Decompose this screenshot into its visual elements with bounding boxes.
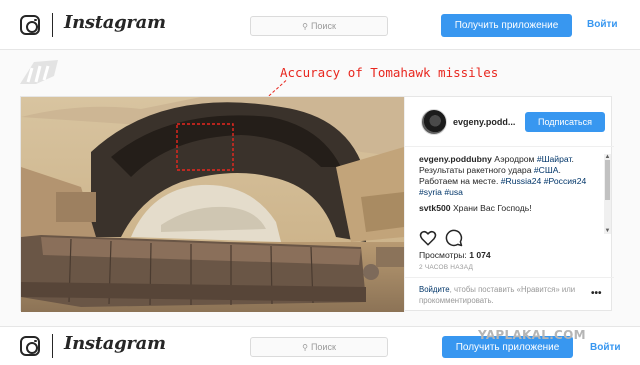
views-count: Просмотры: 1 074: [419, 250, 491, 260]
comment-author[interactable]: evgeny.poddubny: [419, 154, 492, 164]
get-app-button[interactable]: Получить приложение: [441, 14, 572, 37]
hashtag-link[interactable]: #syria: [419, 187, 442, 197]
page: Instagram ⚲ Поиск Получить приложение Во…: [0, 0, 640, 365]
login-prompt: Войдите, чтобы поставить «Нравится» или …: [405, 277, 614, 312]
post-photo[interactable]: [21, 97, 404, 312]
overlay-caption: Accuracy of Tomahawk missiles: [280, 65, 499, 80]
instagram-camera-icon[interactable]: [20, 15, 40, 35]
hashtag-link[interactable]: #Россия24: [544, 176, 587, 186]
post-actions: [419, 229, 609, 249]
hashtag-link[interactable]: #США: [534, 165, 559, 175]
comment-bubble-icon[interactable]: [445, 229, 463, 247]
search-input[interactable]: ⚲ Поиск: [250, 337, 388, 357]
post-header: evgeny.podd... Подписаться: [405, 97, 614, 147]
follow-button[interactable]: Подписаться: [525, 112, 605, 132]
instagram-wordmark[interactable]: Instagram: [64, 333, 166, 354]
bunker-photo-image: [21, 97, 404, 312]
search-placeholder: Поиск: [310, 342, 336, 352]
search-icon: ⚲: [302, 21, 308, 31]
comment-item: svtk500 Храни Вас Господь!: [419, 203, 601, 214]
comment-author[interactable]: svtk500: [419, 203, 451, 213]
comment-text: Храни Вас Господь!: [452, 203, 532, 213]
site-watermark-text: YAPLAKAL.COM: [478, 328, 586, 342]
search-input[interactable]: ⚲ Поиск: [250, 16, 388, 36]
header-divider: [52, 334, 53, 358]
more-dots-icon[interactable]: •••: [591, 288, 602, 299]
hashtag-link[interactable]: #Шайрат: [537, 154, 572, 164]
site-watermark-logo-icon: [20, 60, 58, 84]
instagram-post: evgeny.podd... Подписаться evgeny.poddub…: [20, 96, 614, 312]
like-heart-icon[interactable]: [419, 229, 437, 247]
top-header: Instagram ⚲ Поиск Получить приложение Во…: [0, 0, 640, 50]
post-timestamp[interactable]: 2 ЧАСОВ НАЗАД: [419, 264, 473, 271]
comment-caption: evgeny.poddubny Аэродром #Шайрат. Резуль…: [419, 154, 587, 197]
search-placeholder: Поиск: [310, 21, 336, 31]
instagram-wordmark[interactable]: Instagram: [64, 12, 166, 33]
avatar[interactable]: [421, 109, 447, 135]
login-link[interactable]: Войти: [587, 19, 618, 30]
post-username[interactable]: evgeny.podd...: [453, 117, 515, 127]
login-link[interactable]: Войти: [590, 342, 621, 353]
search-icon: ⚲: [302, 342, 308, 352]
hashtag-link[interactable]: #usa: [444, 187, 463, 197]
header-divider: [52, 13, 53, 37]
post-sidebar: evgeny.podd... Подписаться evgeny.poddub…: [404, 97, 614, 312]
comments-list: evgeny.poddubny Аэродром #Шайрат. Резуль…: [419, 154, 601, 219]
login-prompt-link[interactable]: Войдите: [419, 285, 450, 294]
hashtag-link[interactable]: #Russia24: [501, 176, 542, 186]
scrollbar-thumb[interactable]: [605, 160, 610, 200]
comments-scrollbar[interactable]: ▲ ▼: [604, 154, 611, 234]
instagram-camera-icon[interactable]: [20, 336, 40, 356]
